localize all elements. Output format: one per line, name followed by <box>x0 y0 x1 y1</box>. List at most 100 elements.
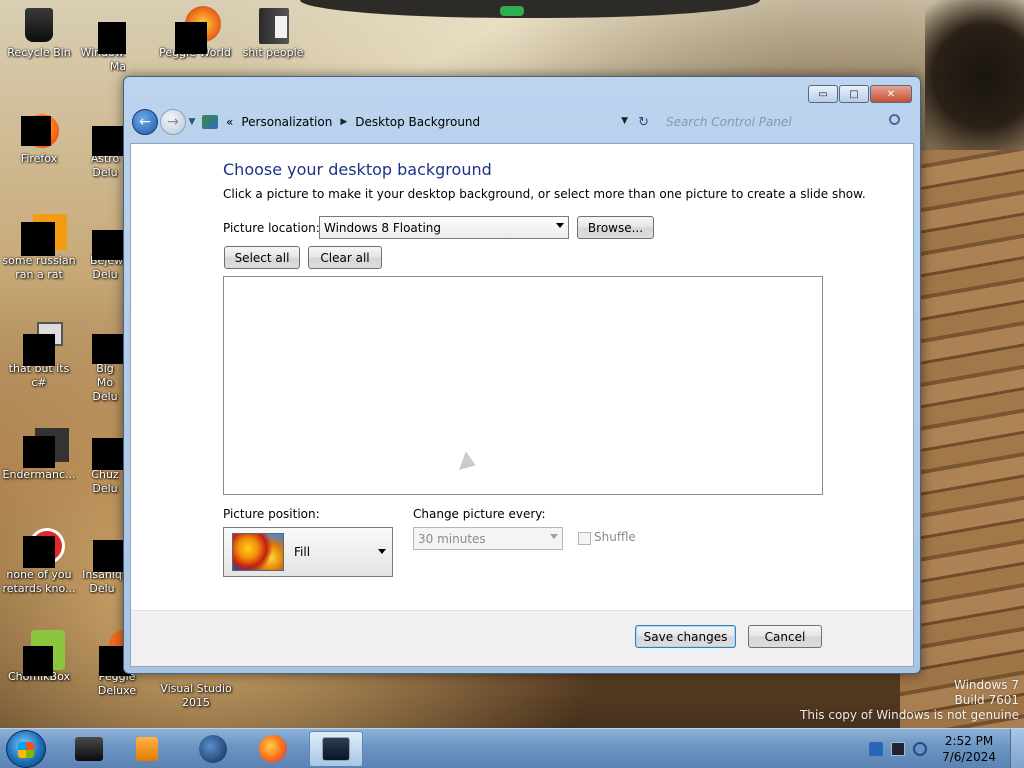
clock[interactable]: 2:52 PM 7/6/2024 <box>942 733 996 765</box>
desktop-icon-windows-live[interactable]: Windows Live Ma <box>78 6 126 74</box>
peggle-world-icon <box>175 6 221 54</box>
app-icon <box>21 214 67 256</box>
app-icon <box>75 737 103 761</box>
flag-icon[interactable] <box>869 742 883 756</box>
change-picture-label: Change picture every: <box>413 507 546 521</box>
taskbar: 2:52 PM 7/6/2024 <box>0 728 1024 768</box>
picture-list[interactable] <box>223 276 823 495</box>
taskbar-app-1[interactable] <box>62 731 116 767</box>
shuffle-label[interactable]: Shuffle <box>594 530 636 544</box>
shuffle-checkbox[interactable] <box>578 532 591 545</box>
control-panel-icon <box>202 115 218 129</box>
desktop-icon-label: Insaniq Delu <box>82 568 122 595</box>
maximize-button[interactable]: □ <box>839 85 869 103</box>
arrow-left-icon: ← <box>139 114 151 130</box>
desktop-icon-label: Firefox <box>20 152 58 165</box>
breadcrumb-personalization[interactable]: Personalization <box>241 115 332 129</box>
picture-location-dropdown[interactable]: Windows 8 Floating <box>319 216 569 239</box>
desktop-icon-chuzzle[interactable]: Chuz Delu <box>90 428 124 496</box>
recent-pages-dropdown[interactable]: ▼ <box>186 117 198 127</box>
chevron-down-icon <box>378 549 386 554</box>
volume-icon[interactable] <box>913 742 927 756</box>
desktop-icon-big-money[interactable]: Big Mo Delu <box>90 322 124 404</box>
minimize-button[interactable]: ▭ <box>808 85 838 103</box>
desktop-icon-label: Big Mo Delu <box>92 362 118 403</box>
desktop-icon-that-but-its-c[interactable]: that but its c# <box>0 322 78 390</box>
watermark-line1: Windows 7 <box>953 678 1019 692</box>
taskbar-app-media[interactable] <box>120 731 174 767</box>
clock-time: 2:52 PM <box>944 734 994 748</box>
folder-icon <box>255 6 291 44</box>
desktop-icon-peggle-world[interactable]: Peggle World <box>156 6 234 60</box>
cancel-button[interactable]: Cancel <box>748 625 822 648</box>
desktop-icon-chomikbox[interactable]: ChomikBox <box>0 630 78 684</box>
monitor-bezel-shape <box>300 0 760 18</box>
app-icon <box>21 428 69 468</box>
back-button[interactable]: ← <box>132 109 158 135</box>
desktop-icon-label: shit people <box>242 46 304 59</box>
watermark-line3: This copy of Windows is not genuine <box>800 708 1019 722</box>
taskbar-app-firefox[interactable] <box>246 731 300 767</box>
taskbar-app-control-panel[interactable] <box>309 731 363 767</box>
breadcrumb-desktop-background[interactable]: Desktop Background <box>355 115 480 129</box>
search-placeholder: Search Control Panel <box>666 115 792 129</box>
minimize-icon: ▭ <box>818 88 828 100</box>
system-tray: 2:52 PM 7/6/2024 <box>859 729 1024 768</box>
chevron-right-icon[interactable]: ▶ <box>340 117 347 127</box>
desktop-icon-astro[interactable]: Astro Delu <box>90 112 124 180</box>
picture-position-label: Picture position: <box>223 507 320 521</box>
app-icon <box>85 528 124 572</box>
fill-preview-thumbnail <box>232 533 284 571</box>
desktop-icon-recycle-bin[interactable]: Recycle Bin <box>0 6 78 60</box>
firefox-icon <box>21 112 59 148</box>
change-picture-value: 30 minutes <box>418 531 486 546</box>
select-all-button[interactable]: Select all <box>224 246 300 269</box>
desktop-icon-some-russian[interactable]: some russian ran a rat <box>0 214 78 282</box>
app-icon <box>90 214 124 260</box>
network-icon[interactable] <box>891 742 905 756</box>
taskbar-app-globe[interactable] <box>186 731 240 767</box>
save-changes-button[interactable]: Save changes <box>635 625 736 648</box>
desktop-icon-bejeweled[interactable]: Bejew Delu <box>90 214 124 282</box>
search-icon[interactable] <box>889 114 900 125</box>
picture-position-value: Fill <box>294 545 311 559</box>
desktop-icon-label: that but its c# <box>8 362 70 389</box>
desktop-icon-firefox[interactable]: Firefox <box>0 112 78 166</box>
desktop-icon-insaniquarium[interactable]: Insaniq Delu <box>82 528 124 596</box>
page-title: Choose your desktop background <box>223 160 492 179</box>
desktop-icon-none-of-you[interactable]: none of you retards kno... <box>0 528 78 596</box>
maximize-icon: □ <box>849 88 859 100</box>
page-description: Click a picture to make it your desktop … <box>223 187 866 201</box>
address-bar: ← → ▼ « Personalization ▶ Desktop Backgr… <box>132 107 914 137</box>
media-player-icon <box>136 737 158 761</box>
show-desktop-button[interactable] <box>1010 729 1024 768</box>
chevron-down-icon <box>550 534 558 539</box>
globe-icon <box>199 735 227 763</box>
chevron-down-icon <box>556 223 564 228</box>
change-picture-interval-dropdown[interactable]: 30 minutes <box>413 527 563 550</box>
breadcrumb-overflow[interactable]: « <box>226 115 233 129</box>
mouse-cursor-icon <box>459 451 479 475</box>
start-button[interactable] <box>6 730 46 768</box>
windows-live-icon <box>84 6 126 54</box>
browse-button[interactable]: Browse... <box>577 216 654 239</box>
close-button[interactable]: ✕ <box>870 85 912 103</box>
desktop-icon-label: Astro Delu <box>90 152 120 179</box>
app-icon <box>90 322 124 364</box>
content-area: Choose your desktop background Click a p… <box>130 143 914 667</box>
windows-watermark: Windows 7 Build 7601 This copy of Window… <box>800 678 1019 723</box>
forward-button[interactable]: → <box>160 109 186 135</box>
app-icon <box>90 428 124 470</box>
picture-position-dropdown[interactable]: Fill <box>223 527 393 577</box>
app-icon <box>90 112 124 156</box>
desktop-icon-shit-people[interactable]: shit people <box>234 6 312 60</box>
refresh-icon[interactable]: ↻ <box>638 115 649 130</box>
window-controls: ▭ □ ✕ <box>808 85 912 103</box>
dialog-footer: Save changes Cancel <box>131 610 913 666</box>
address-dropdown-icon[interactable]: ▼ <box>621 116 628 126</box>
search-input[interactable]: Search Control Panel <box>660 110 906 134</box>
desktop-icon-label: some russian ran a rat <box>2 254 76 281</box>
clear-all-button[interactable]: Clear all <box>308 246 382 269</box>
desktop-icon-endermanc[interactable]: Endermanc... <box>0 428 78 482</box>
chomikbox-icon <box>21 630 65 676</box>
